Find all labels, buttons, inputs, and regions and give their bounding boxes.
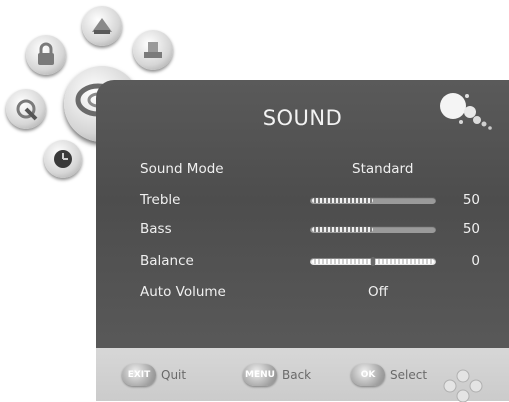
setting-value: 0 [471, 253, 480, 269]
lock-icon[interactable] [26, 35, 66, 75]
navigation-pad-icon [443, 369, 483, 402]
sound-menu-panel: SOUND Sound Mode Standard Treble 50 Bass… [96, 80, 509, 380]
exit-key: EXIT [122, 364, 156, 386]
treble-slider[interactable] [310, 197, 436, 204]
setting-value: Off [368, 284, 388, 300]
setting-bass[interactable]: Bass 50 [140, 219, 480, 241]
setting-value: 50 [462, 192, 480, 208]
balance-marker[interactable] [371, 257, 375, 266]
select-label: Select [390, 368, 428, 382]
setting-auto-volume[interactable]: Auto Volume Off [140, 282, 480, 304]
setting-label: Auto Volume [140, 284, 226, 300]
setting-balance[interactable]: Balance 0 [140, 251, 480, 273]
decorative-bubbles-icon [440, 93, 492, 130]
quit-label: Quit [161, 368, 187, 382]
select-button[interactable]: OK Select [351, 362, 427, 388]
back-label: Back [282, 368, 312, 382]
time-icon[interactable] [44, 140, 82, 178]
slider-fill [312, 227, 373, 232]
channel-icon[interactable] [6, 89, 46, 129]
setting-label: Treble [140, 192, 181, 208]
slider-fill [312, 198, 373, 203]
setup-icon[interactable] [133, 30, 173, 70]
setting-sound-mode[interactable]: Sound Mode Standard [140, 159, 480, 181]
quit-button[interactable]: EXIT Quit [122, 362, 186, 388]
bass-slider[interactable] [310, 226, 436, 233]
back-button[interactable]: MENU Back [243, 362, 311, 388]
setting-label: Balance [140, 253, 194, 269]
setting-value: 50 [462, 221, 480, 237]
setting-treble[interactable]: Treble 50 [140, 190, 480, 212]
setting-label: Sound Mode [140, 161, 224, 177]
picture-icon[interactable] [82, 6, 122, 46]
setting-label: Bass [140, 221, 172, 237]
balance-slider[interactable] [310, 257, 436, 266]
setting-value: Standard [352, 161, 414, 177]
menu-key: MENU [243, 364, 277, 386]
ok-key: OK [351, 364, 385, 386]
